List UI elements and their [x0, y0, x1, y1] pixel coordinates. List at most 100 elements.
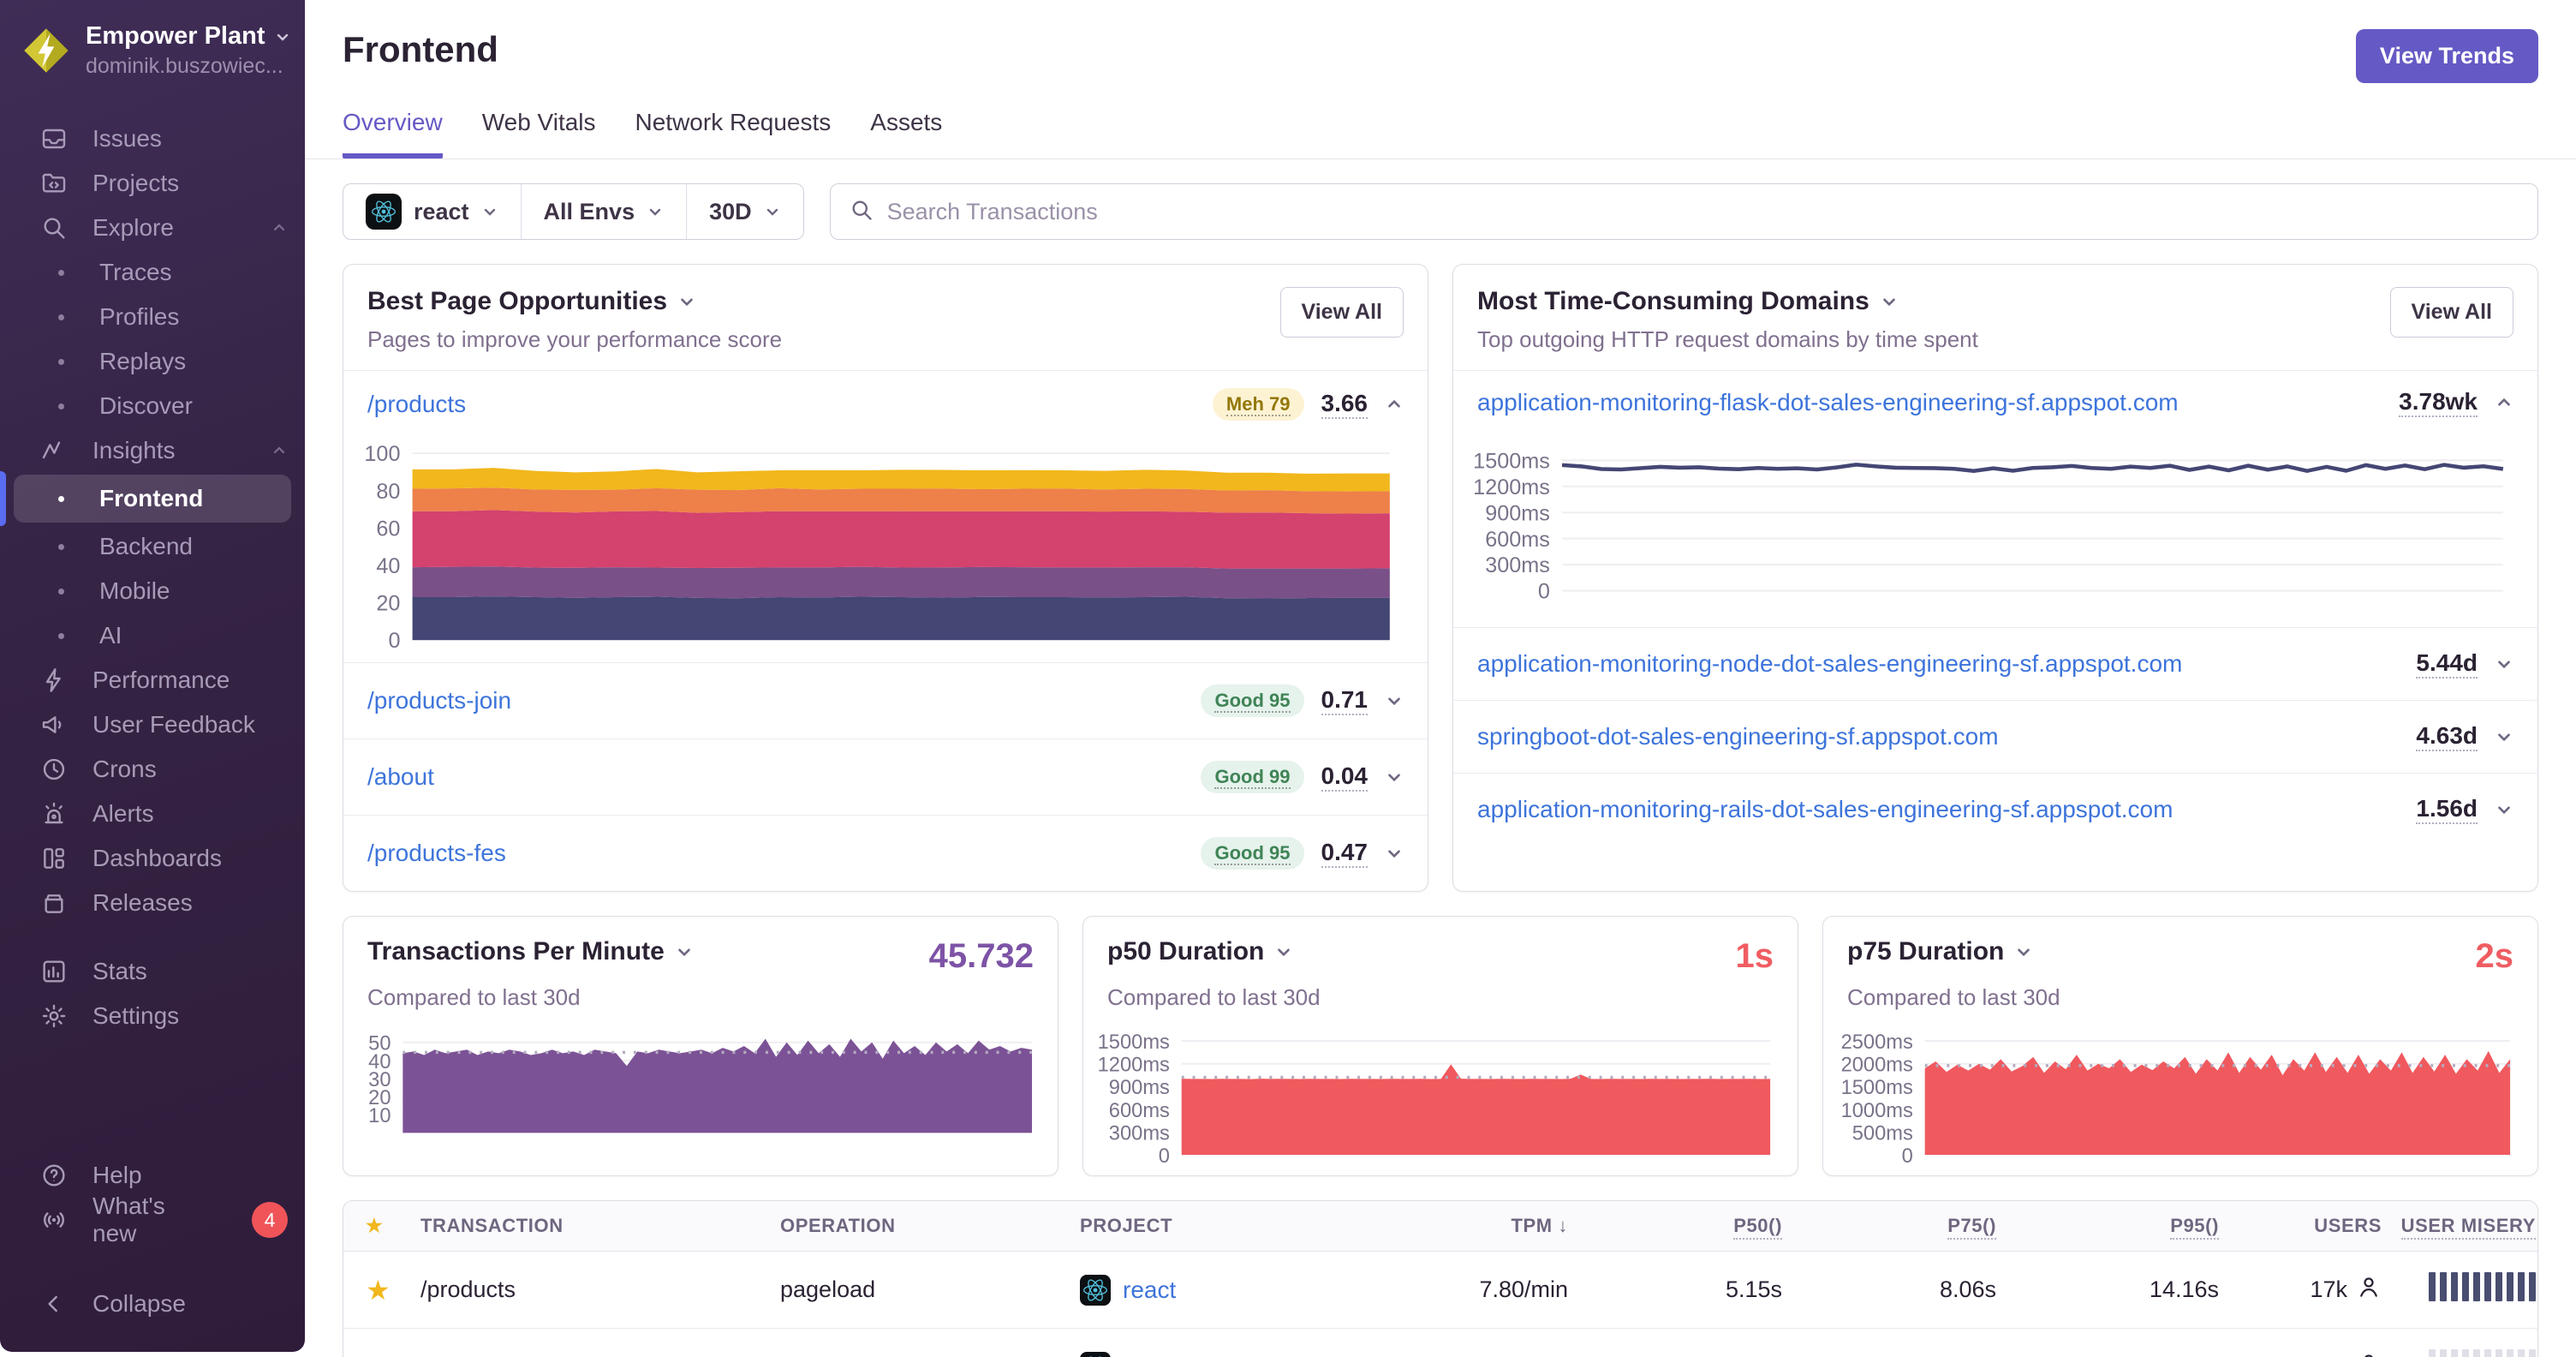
operation-cell: navigation [780, 1354, 1080, 1357]
metric-value: 1s [1735, 937, 1774, 976]
date-range-filter[interactable]: 30D [686, 184, 803, 239]
active-nav-indicator [0, 471, 6, 526]
chevron-down-icon[interactable] [2495, 800, 2513, 819]
sidebar-item-user-feedback[interactable]: User Feedback [0, 702, 305, 747]
domain-duration-chart: 0 300ms 600ms 900ms 1200ms 1500ms [1453, 434, 2537, 627]
sidebar-group-insights[interactable]: Insights [0, 428, 305, 473]
sidebar-item-replays[interactable]: Replays [0, 339, 305, 384]
view-trends-button[interactable]: View Trends [2355, 29, 2538, 83]
column-header-users[interactable]: USERS [2219, 1215, 2382, 1237]
column-header-p95[interactable]: P95() [1996, 1215, 2219, 1240]
table-row[interactable]: ★ /products navigation react <0.01/min 1… [343, 1328, 2537, 1357]
view-all-button[interactable]: View All [2389, 287, 2513, 338]
chevron-left-icon [39, 1289, 69, 1318]
project-filter[interactable]: react [343, 184, 521, 239]
chevron-down-icon [647, 203, 664, 220]
column-header-p75[interactable]: P75() [1782, 1215, 1996, 1240]
sidebar-item-stats[interactable]: Stats [0, 949, 305, 994]
chevron-down-icon [764, 203, 781, 220]
view-all-button[interactable]: View All [1279, 287, 1404, 338]
sidebar-item-mobile[interactable]: Mobile [0, 569, 305, 613]
sidebar-item-settings[interactable]: Settings [0, 994, 305, 1038]
score-badge: Good 95 [1201, 837, 1304, 870]
domain-time-value: 1.56d [2416, 795, 2478, 824]
column-header-p50[interactable]: P50() [1568, 1215, 1782, 1240]
chevron-down-icon[interactable] [2495, 655, 2513, 673]
content: react All Envs 30D Search Transactions B… [305, 159, 2576, 1357]
p50-cell: 1.00s [1568, 1354, 1782, 1357]
column-header-tpm[interactable]: TPM ↓ [1354, 1215, 1568, 1237]
sidebar-item-projects[interactable]: Projects [0, 161, 305, 206]
sidebar-item-issues[interactable]: Issues [0, 117, 305, 161]
chevron-down-icon[interactable] [1385, 768, 1404, 786]
org-switcher[interactable]: Empower Plant dominik.buszowiec... [0, 22, 305, 87]
star-icon[interactable]: ★ [366, 1274, 420, 1306]
page-link[interactable]: /products [367, 391, 466, 418]
domain-link[interactable]: application-monitoring-node-dot-sales-en… [1477, 650, 2182, 678]
project-link[interactable]: react [1123, 1276, 1176, 1304]
sidebar-item-traces[interactable]: Traces [0, 250, 305, 295]
sidebar-item-performance[interactable]: Performance [0, 658, 305, 702]
sidebar-item-ai[interactable]: AI [0, 613, 305, 658]
chevron-down-icon [481, 203, 498, 220]
p75-cell: 8.06s [1939, 1276, 1996, 1303]
chevron-up-icon[interactable] [1385, 395, 1404, 414]
score-badge: Meh 79 [1212, 388, 1304, 421]
sidebar-item-alerts[interactable]: Alerts [0, 792, 305, 836]
transaction-link[interactable]: /products [420, 1276, 780, 1303]
sidebar-item-what-s-new[interactable]: What's new 4 [0, 1193, 305, 1246]
svg-text:2500ms: 2500ms [1841, 1031, 1913, 1054]
tab-overview[interactable]: Overview [343, 109, 443, 158]
table-row[interactable]: ★ /products pageload react 7.80/min 5.15… [343, 1252, 2537, 1329]
chevron-down-icon[interactable] [2014, 942, 2033, 961]
sidebar-group-explore[interactable]: Explore [0, 206, 305, 250]
chevron-down-icon[interactable] [1880, 292, 1899, 311]
sidebar-item-releases[interactable]: Releases [0, 881, 305, 925]
app-root: Empower Plant dominik.buszowiec... Issue… [0, 0, 2576, 1357]
tpm-cell: 7.80/min [1479, 1276, 1568, 1303]
chevron-up-icon[interactable] [2495, 393, 2513, 412]
score-badge: Good 99 [1201, 761, 1304, 794]
transaction-link[interactable]: /products [420, 1354, 780, 1357]
domain-link[interactable]: springboot-dot-sales-engineering-sf.apps… [1477, 723, 1999, 750]
domain-link[interactable]: application-monitoring-rails-dot-sales-e… [1477, 796, 2173, 823]
tab-network-requests[interactable]: Network Requests [635, 109, 832, 158]
opportunity-score: 0.47 [1321, 839, 1368, 869]
column-header-project[interactable]: PROJECT [1080, 1215, 1354, 1237]
page-link[interactable]: /products-join [367, 687, 511, 714]
star-icon[interactable]: ★ [366, 1351, 420, 1357]
sidebar-item-frontend[interactable]: Frontend [14, 475, 291, 523]
opportunity-score: 0.71 [1321, 686, 1368, 716]
inbox-icon [39, 124, 69, 153]
tab-assets[interactable]: Assets [870, 109, 942, 158]
chevron-down-icon[interactable] [677, 292, 696, 311]
chevron-down-icon[interactable] [1274, 942, 1293, 961]
domain-link[interactable]: application-monitoring-flask-dot-sales-e… [1477, 389, 2179, 416]
page-link[interactable]: /products-fes [367, 840, 506, 867]
column-header-user-misery[interactable]: USER MISERY [2382, 1215, 2536, 1240]
chevron-down-icon[interactable] [1385, 691, 1404, 710]
chevron-down-icon [274, 28, 291, 45]
svg-text:0: 0 [1159, 1145, 1170, 1163]
sidebar-item-profiles[interactable]: Profiles [0, 295, 305, 339]
chevron-down-icon[interactable] [1385, 844, 1404, 863]
column-header-operation[interactable]: OPERATION [780, 1215, 1080, 1237]
domain-row-expanded: application-monitoring-flask-dot-sales-e… [1453, 370, 2537, 434]
sidebar-item-backend[interactable]: Backend [0, 524, 305, 569]
sidebar-item-crons[interactable]: Crons [0, 747, 305, 792]
chevron-down-icon[interactable] [2495, 727, 2513, 746]
chevron-down-icon[interactable] [675, 942, 694, 961]
search-input[interactable] [886, 198, 2519, 225]
page-score-stacked-chart: 0 20 40 60 80 100 [343, 438, 1428, 662]
table-body: ★ /products pageload react 7.80/min 5.15… [343, 1252, 2537, 1357]
page-title: Frontend [343, 29, 498, 69]
tab-web-vitals[interactable]: Web Vitals [482, 109, 596, 158]
project-link[interactable]: react [1123, 1354, 1176, 1357]
sidebar-item-discover[interactable]: Discover [0, 384, 305, 428]
environment-filter[interactable]: All Envs [520, 184, 687, 239]
column-header-transaction[interactable]: TRANSACTION [420, 1215, 780, 1237]
page-link[interactable]: /about [367, 763, 434, 791]
sidebar-item-collapse[interactable]: Collapse [0, 1282, 305, 1326]
sidebar-item-dashboards[interactable]: Dashboards [0, 836, 305, 881]
sidebar-item-help[interactable]: Help [0, 1153, 305, 1198]
